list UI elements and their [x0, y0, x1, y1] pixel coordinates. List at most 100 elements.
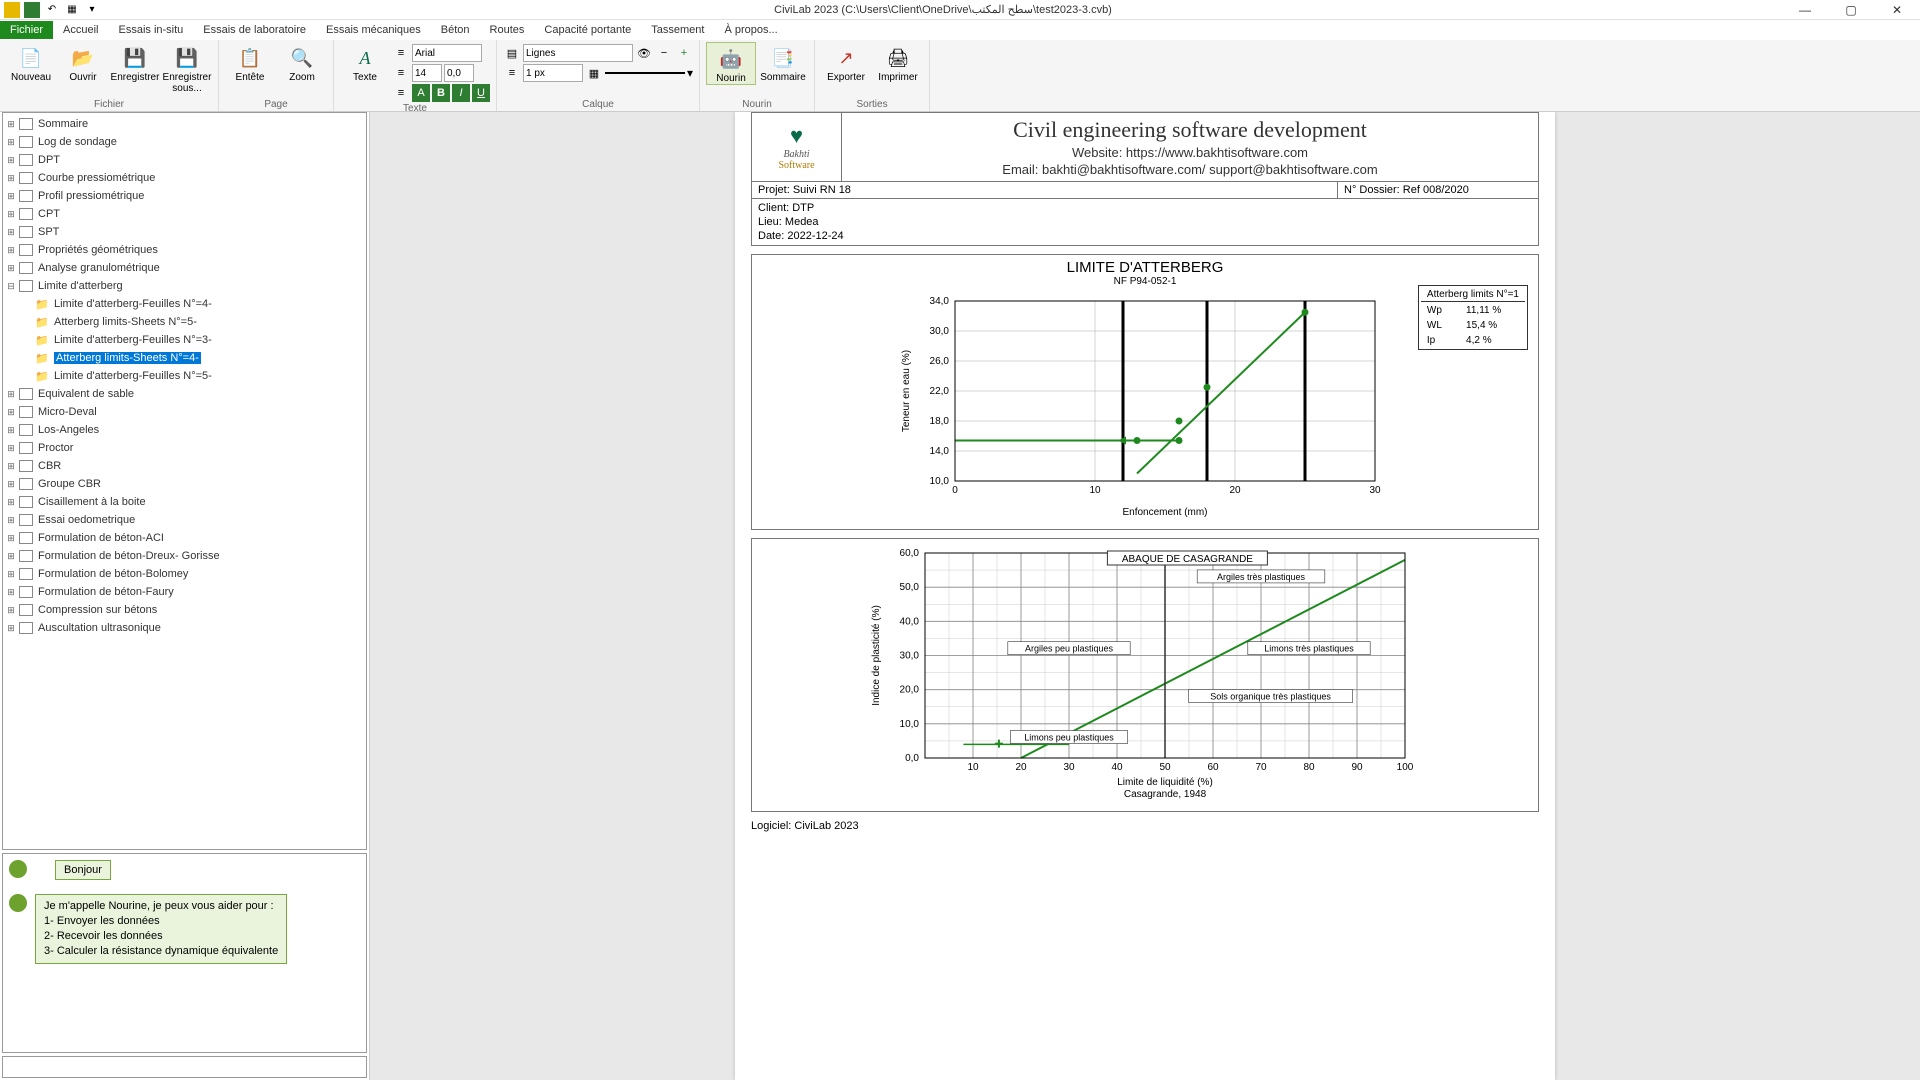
tree-item-child[interactable]: 📁Limite d'atterberg-Feuilles N°=3- — [5, 331, 364, 349]
tree-item-child[interactable]: 📁Limite d'atterberg-Feuilles N°=5- — [5, 367, 364, 385]
assistant-input[interactable] — [2, 1056, 367, 1078]
project-tree[interactable]: ⊞Sommaire⊞Log de sondage⊞DPT⊞Courbe pres… — [2, 112, 367, 850]
tree-item[interactable]: ⊞Compression sur bétons — [5, 601, 364, 619]
chevron-down-icon[interactable]: ▾ — [687, 66, 693, 80]
tree-item[interactable]: ⊞Courbe pressiométrique — [5, 169, 364, 187]
tree-item[interactable]: ⊞Cisaillement à la boite — [5, 493, 364, 511]
group-label: Calque — [503, 98, 693, 111]
tree-item-child[interactable]: 📁Limite d'atterberg-Feuilles N°=4- — [5, 295, 364, 313]
export-button[interactable]: ↗Exporter — [821, 42, 871, 83]
align-right-icon[interactable]: ≡ — [392, 84, 410, 102]
tree-item[interactable]: ⊞Equivalent de sable — [5, 385, 364, 403]
company-logo: ♥ Bakhti Software — [752, 113, 842, 181]
tree-item[interactable]: ⊞Groupe CBR — [5, 475, 364, 493]
header-button[interactable]: 📋Entête — [225, 42, 275, 83]
svg-text:70: 70 — [1255, 762, 1267, 773]
tree-item[interactable]: ⊞SPT — [5, 223, 364, 241]
tab-essais-insitu[interactable]: Essais in-situ — [108, 21, 193, 39]
tree-item[interactable]: ⊟Limite d'atterberg — [5, 277, 364, 295]
svg-text:90: 90 — [1351, 762, 1363, 773]
document-viewport[interactable]: ♥ Bakhti Software Civil engineering soft… — [370, 112, 1920, 1080]
print-button[interactable]: 🖨Imprimer — [873, 42, 923, 83]
assistant-panel: Bonjour Je m'appelle Nourine, je peux vo… — [2, 853, 367, 1053]
qat-icon[interactable]: ▦ — [64, 2, 80, 18]
tree-item[interactable]: ⊞Auscultation ultrasonique — [5, 619, 364, 637]
eye-icon[interactable]: 👁 — [635, 44, 653, 62]
tab-accueil[interactable]: Accueil — [53, 21, 108, 39]
tree-item[interactable]: ⊞DPT — [5, 151, 364, 169]
tree-item[interactable]: ⊞Propriétés géométriques — [5, 241, 364, 259]
new-button[interactable]: 📄Nouveau — [6, 42, 56, 83]
tab-essais-labo[interactable]: Essais de laboratoire — [193, 21, 316, 39]
align-left-icon[interactable]: ≡ — [392, 44, 410, 62]
report-header: ♥ Bakhti Software Civil engineering soft… — [751, 112, 1539, 182]
pattern-icon[interactable]: ▦ — [585, 64, 603, 82]
tree-item-child[interactable]: 📁Atterberg limits-Sheets N°=4- — [5, 349, 364, 367]
tree-item[interactable]: ⊞CBR — [5, 457, 364, 475]
svg-text:20: 20 — [1015, 762, 1027, 773]
bold-icon[interactable]: B — [432, 84, 450, 102]
save-button[interactable]: 💾Enregistrer — [110, 42, 160, 83]
svg-text:100: 100 — [1397, 762, 1414, 773]
tree-item[interactable]: ⊞Sommaire — [5, 115, 364, 133]
svg-text:14,0: 14,0 — [930, 446, 950, 457]
nourin-button[interactable]: 🤖Nourin — [706, 42, 756, 85]
tree-item[interactable]: ⊞Micro-Deval — [5, 403, 364, 421]
tree-item-child[interactable]: 📁Atterberg limits-Sheets N°=5- — [5, 313, 364, 331]
tab-capacite[interactable]: Capacité portante — [534, 21, 641, 39]
tab-beton[interactable]: Béton — [431, 21, 480, 39]
tree-item[interactable]: ⊞Log de sondage — [5, 133, 364, 151]
close-button[interactable]: ✕ — [1874, 0, 1920, 20]
qat-dropdown-icon[interactable]: ▾ — [84, 2, 100, 18]
tab-tassement[interactable]: Tassement — [641, 21, 714, 39]
svg-text:10: 10 — [1089, 485, 1101, 496]
minimize-button[interactable]: — — [1782, 0, 1828, 20]
sommaire-button[interactable]: 📑Sommaire — [758, 42, 808, 83]
px-combo[interactable] — [523, 64, 583, 82]
tree-item[interactable]: ⊞Formulation de béton-Bolomey — [5, 565, 364, 583]
maximize-button[interactable]: ▢ — [1828, 0, 1874, 20]
tree-item[interactable]: ⊞Formulation de béton-ACI — [5, 529, 364, 547]
tree-item[interactable]: ⊞Formulation de béton-Dreux- Gorisse — [5, 547, 364, 565]
zoom-button[interactable]: 🔍Zoom — [277, 42, 327, 83]
svg-text:30,0: 30,0 — [900, 651, 920, 662]
email-text: Email: bakhti@bakhtisoftware.com/ suppor… — [846, 162, 1534, 177]
underline-icon[interactable]: U — [472, 84, 490, 102]
tab-fichier[interactable]: Fichier — [0, 21, 53, 39]
quick-access-toolbar: ↶ ▦ ▾ — [0, 0, 104, 20]
tree-item[interactable]: ⊞Essai oedometrique — [5, 511, 364, 529]
layer-icon[interactable]: ▤ — [503, 44, 521, 62]
tree-item[interactable]: ⊞Proctor — [5, 439, 364, 457]
tree-item[interactable]: ⊞Analyse granulométrique — [5, 259, 364, 277]
plus-icon[interactable]: + — [675, 44, 693, 62]
svg-text:20: 20 — [1229, 485, 1241, 496]
tab-essais-meca[interactable]: Essais mécaniques — [316, 21, 431, 39]
tree-item[interactable]: ⊞Formulation de béton-Faury — [5, 583, 364, 601]
client-field: Client: DTP — [758, 201, 1532, 215]
tab-routes[interactable]: Routes — [480, 21, 535, 39]
text-button[interactable]: ATexte — [340, 42, 390, 83]
chart-title: LIMITE D'ATTERBERG — [760, 259, 1530, 276]
svg-text:Limons très plastiques: Limons très plastiques — [1264, 644, 1354, 654]
qat-undo-icon[interactable]: ↶ — [44, 2, 60, 18]
minus-icon[interactable]: − — [655, 44, 673, 62]
tree-item[interactable]: ⊞CPT — [5, 205, 364, 223]
logo-text: Software — [778, 160, 814, 171]
font-combo[interactable] — [412, 44, 482, 62]
lineweight-icon[interactable]: ≡ — [503, 64, 521, 82]
tab-apropos[interactable]: À propos... — [714, 21, 787, 39]
qat-icon[interactable] — [4, 2, 20, 18]
italic-icon[interactable]: I — [452, 84, 470, 102]
open-button[interactable]: 📂Ouvrir — [58, 42, 108, 83]
tree-item[interactable]: ⊞Los-Angeles — [5, 421, 364, 439]
qat-icon[interactable] — [24, 2, 40, 18]
tree-item[interactable]: ⊞Profil pressiométrique — [5, 187, 364, 205]
other-combo[interactable] — [444, 64, 474, 82]
size-combo[interactable] — [412, 64, 442, 82]
align-center-icon[interactable]: ≡ — [392, 64, 410, 82]
assistant-message: Je m'appelle Nourine, je peux vous aider… — [35, 894, 287, 964]
layer-type-combo[interactable] — [523, 44, 633, 62]
font-color-icon[interactable]: A — [412, 84, 430, 102]
saveas-button[interactable]: 💾Enregistrer sous... — [162, 42, 212, 94]
results-table: Atterberg limits N°=1 Wp11,11 % WL15,4 %… — [1418, 285, 1528, 350]
